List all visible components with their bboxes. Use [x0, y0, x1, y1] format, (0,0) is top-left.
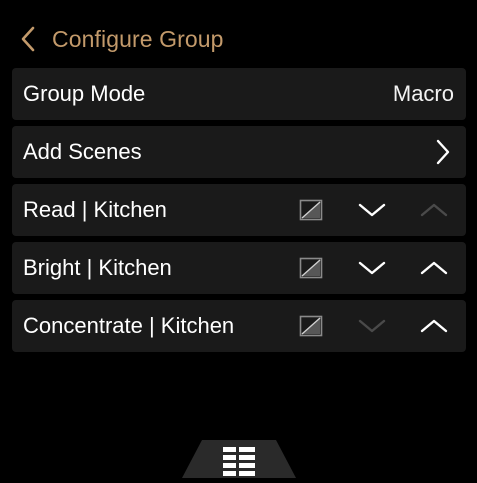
bottom-menu-tab[interactable] — [182, 438, 296, 478]
page-title: Configure Group — [52, 25, 224, 52]
image-placeholder-icon — [299, 257, 323, 279]
group-mode-value: Macro — [392, 81, 454, 106]
scene-label: Bright | Kitchen — [23, 255, 172, 280]
move-up-button[interactable] — [414, 184, 454, 236]
chevron-right-icon — [436, 139, 450, 165]
add-scenes-row[interactable]: Add Scenes — [12, 126, 466, 178]
move-up-button[interactable] — [414, 300, 454, 352]
scene-row: Bright | Kitchen — [12, 242, 466, 294]
scene-image-button[interactable] — [294, 242, 328, 294]
scene-label: Concentrate | Kitchen — [23, 313, 235, 338]
scene-label: Read | Kitchen — [23, 197, 167, 222]
move-down-button[interactable] — [352, 242, 392, 294]
move-down-button[interactable] — [352, 300, 392, 352]
bottom-tab-shape — [182, 440, 296, 478]
chevron-up-icon — [420, 261, 448, 275]
back-button[interactable] — [20, 22, 52, 56]
scene-row: Concentrate | Kitchen — [12, 300, 466, 352]
scene-row: Read | Kitchen — [12, 184, 466, 236]
scene-image-button[interactable] — [294, 184, 328, 236]
chevron-left-icon — [21, 26, 35, 52]
scene-image-button[interactable] — [294, 300, 328, 352]
move-down-button[interactable] — [352, 184, 392, 236]
move-up-button[interactable] — [414, 242, 454, 294]
image-placeholder-icon — [299, 315, 323, 337]
page-header: Configure Group — [20, 22, 224, 56]
chevron-up-icon — [420, 319, 448, 333]
group-mode-label: Group Mode — [23, 81, 146, 106]
group-mode-row[interactable]: Group Mode Macro — [12, 68, 466, 120]
chevron-down-icon — [358, 261, 386, 275]
add-scenes-label: Add Scenes — [23, 139, 142, 164]
image-placeholder-icon — [299, 199, 323, 221]
chevron-down-icon — [358, 203, 386, 217]
chevron-down-icon — [358, 319, 386, 333]
chevron-up-icon — [420, 203, 448, 217]
